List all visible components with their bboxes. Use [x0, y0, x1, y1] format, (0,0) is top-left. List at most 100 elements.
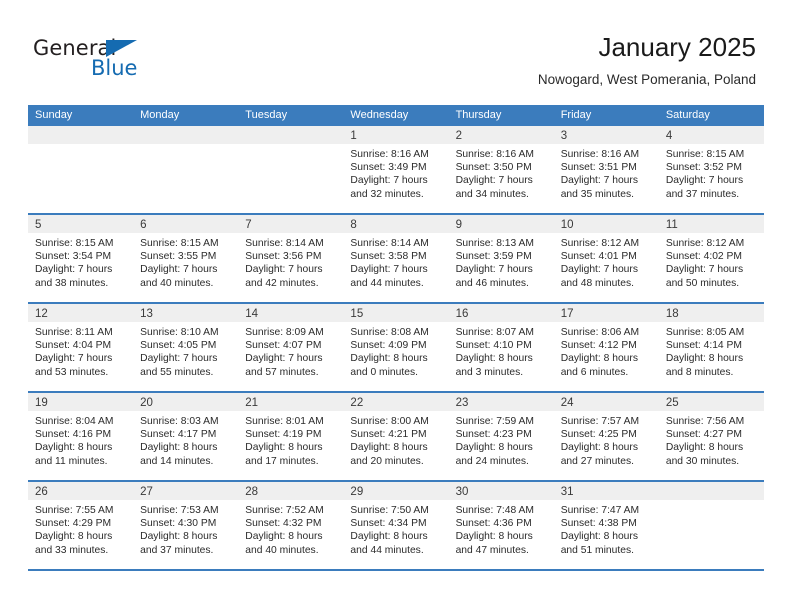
day-details: Sunrise: 8:06 AM Sunset: 4:12 PM Daylight:… — [554, 322, 659, 391]
day-detail-line: Sunrise: 8:06 AM — [560, 327, 640, 338]
day-detail-line: Sunrise: 8:08 AM — [350, 327, 429, 338]
day-number: 15 — [350, 308, 364, 320]
calendar-grid: Sunday Monday Tuesday Wednesday Thursday Frid… — [28, 105, 764, 571]
calendar-day-cell[interactable]: 10 Sunrise: 8:12 AM Sunset: 4:01 PM Dayligh… — [553, 215, 659, 302]
day-details: Sunrise: 8:13 AM Sunset: 3:59 PM Daylight:… — [449, 233, 554, 302]
calendar-day-cell[interactable]: 30 Sunrise: 7:48 AM Sunset: 4:36 PM Dayligh… — [448, 482, 554, 569]
calendar-day-cell[interactable]: 31 Sunrise: 7:47 AM Sunset: 4:38 PM Dayligh… — [553, 482, 659, 569]
calendar-day-cell[interactable]: 7 Sunrise: 8:14 AM Sunset: 3:56 PM Daylight… — [238, 215, 344, 302]
day-detail-line: Daylight: 8 hours — [35, 531, 113, 543]
day-number-band: 9 — [448, 215, 554, 233]
day-detail-line: Sunrise: 8:01 AM — [245, 416, 324, 427]
calendar-page: General Blue January 2025 Nowogard, West… — [0, 0, 792, 612]
calendar-day-cell[interactable]: 5 Sunrise: 8:15 AM Sunset: 3:54 PM Daylight… — [28, 215, 134, 302]
day-number-band: 31 — [553, 482, 659, 500]
day-number-band — [658, 482, 764, 500]
calendar-day-cell[interactable]: 18 Sunrise: 8:05 AM Sunset: 4:14 PM Dayligh… — [658, 304, 764, 391]
day-detail-line: Daylight: 7 hours — [665, 264, 744, 276]
calendar-day-cell[interactable]: 2 Sunrise: 8:16 AM Sunset: 3:50 PM Daylight… — [448, 126, 554, 213]
day-details: Sunrise: 7:48 AM Sunset: 4:36 PM Daylight:… — [449, 500, 554, 569]
day-number: 16 — [455, 308, 469, 320]
calendar-day-cell[interactable]: 4 Sunrise: 8:15 AM Sunset: 3:52 PM Daylight… — [658, 126, 764, 213]
calendar-day-cell[interactable]: 27 Sunrise: 7:53 AM Sunset: 4:30 PM Dayligh… — [133, 482, 239, 569]
day-number-band: 4 — [658, 126, 764, 144]
calendar-day-cell[interactable]: 19 Sunrise: 8:04 AM Sunset: 4:16 PM Dayligh… — [28, 393, 134, 480]
day-detail-line: Daylight: 8 hours — [350, 442, 428, 454]
day-detail-line: Sunset: 4:34 PM — [350, 518, 427, 530]
day-detail-line: Sunset: 3:50 PM — [455, 162, 532, 174]
day-number: 10 — [560, 219, 574, 231]
day-detail-line: Sunrise: 8:15 AM — [140, 238, 219, 249]
day-detail-line: Daylight: 7 hours — [140, 353, 218, 365]
calendar-day-cell[interactable]: 15 Sunrise: 8:08 AM Sunset: 4:09 PM Dayligh… — [343, 304, 449, 391]
day-number-band: 16 — [448, 304, 554, 322]
day-detail-line: Sunset: 4:21 PM — [350, 429, 427, 441]
calendar-weeks: 1 Sunrise: 8:16 AM Sunset: 3:49 PM Daylight… — [28, 126, 764, 571]
day-detail-line: Sunrise: 7:48 AM — [455, 505, 534, 516]
day-detail-line: Daylight: 7 hours — [140, 264, 218, 276]
calendar-day-cell[interactable]: 14 Sunrise: 8:09 AM Sunset: 4:07 PM Dayligh… — [238, 304, 344, 391]
day-detail-line: Daylight: 7 hours — [560, 175, 638, 187]
day-detail-line: and 0 minutes. — [350, 366, 418, 378]
day-details — [133, 144, 238, 213]
calendar-day-cell[interactable]: 17 Sunrise: 8:06 AM Sunset: 4:12 PM Dayligh… — [553, 304, 659, 391]
day-details: Sunrise: 8:14 AM Sunset: 3:58 PM Daylight:… — [343, 233, 448, 302]
calendar-day-cell[interactable]: 25 Sunrise: 7:56 AM Sunset: 4:27 PM Dayligh… — [658, 393, 764, 480]
day-detail-line: Daylight: 8 hours — [665, 442, 744, 454]
day-number: 14 — [245, 308, 259, 320]
day-number: 9 — [455, 219, 462, 231]
day-number: 20 — [140, 397, 153, 409]
day-detail-line: Daylight: 8 hours — [560, 531, 638, 543]
day-number-band: 7 — [238, 215, 344, 233]
day-detail-line: Daylight: 8 hours — [350, 531, 428, 543]
calendar-day-cell[interactable]: 11 Sunrise: 8:12 AM Sunset: 4:02 PM Dayligh… — [658, 215, 764, 302]
day-number-band: 10 — [553, 215, 659, 233]
day-detail-line: Daylight: 7 hours — [35, 353, 113, 365]
calendar-day-cell[interactable]: 16 Sunrise: 8:07 AM Sunset: 4:10 PM Dayligh… — [448, 304, 554, 391]
day-detail-line: Daylight: 8 hours — [140, 442, 218, 454]
calendar-day-cell[interactable]: 3 Sunrise: 8:16 AM Sunset: 3:51 PM Daylight… — [553, 126, 659, 213]
day-detail-line: Daylight: 8 hours — [140, 531, 218, 543]
day-details: Sunrise: 8:09 AM Sunset: 4:07 PM Daylight:… — [238, 322, 343, 391]
calendar-day-cell[interactable]: 20 Sunrise: 8:03 AM Sunset: 4:17 PM Dayligh… — [133, 393, 239, 480]
day-detail-line: Daylight: 8 hours — [350, 353, 428, 365]
day-detail-line: and 6 minutes. — [560, 366, 629, 378]
day-number: 25 — [665, 397, 679, 409]
day-details — [238, 144, 343, 213]
day-number: 24 — [560, 397, 574, 409]
calendar-day-cell[interactable]: 21 Sunrise: 8:01 AM Sunset: 4:19 PM Dayligh… — [238, 393, 344, 480]
day-detail-line: Sunset: 3:54 PM — [35, 251, 112, 263]
calendar-day-cell[interactable]: 22 Sunrise: 8:00 AM Sunset: 4:21 PM Dayligh… — [343, 393, 449, 480]
calendar-day-cell[interactable]: 29 Sunrise: 7:50 AM Sunset: 4:34 PM Dayligh… — [343, 482, 449, 569]
day-details: Sunrise: 8:11 AM Sunset: 4:04 PM Daylight:… — [28, 322, 133, 391]
calendar-day-cell[interactable]: 9 Sunrise: 8:13 AM Sunset: 3:59 PM Daylight… — [448, 215, 554, 302]
title-block: January 2025 Nowogard, West Pomerania, P… — [538, 30, 756, 90]
day-detail-line: and 42 minutes. — [245, 277, 319, 289]
day-details: Sunrise: 7:47 AM Sunset: 4:38 PM Daylight:… — [554, 500, 659, 569]
day-number-band: 24 — [553, 393, 659, 411]
day-detail-line: and 24 minutes. — [455, 455, 529, 467]
day-number-band: 6 — [133, 215, 239, 233]
day-details: Sunrise: 8:12 AM Sunset: 4:01 PM Daylight:… — [554, 233, 659, 302]
calendar-day-cell[interactable]: 24 Sunrise: 7:57 AM Sunset: 4:25 PM Dayligh… — [553, 393, 659, 480]
calendar-day-cell[interactable]: 1 Sunrise: 8:16 AM Sunset: 3:49 PM Daylight… — [343, 126, 449, 213]
calendar-day-cell[interactable]: 12 Sunrise: 8:11 AM Sunset: 4:04 PM Dayligh… — [28, 304, 134, 391]
day-number-band: 11 — [658, 215, 764, 233]
day-number-band: 27 — [133, 482, 239, 500]
day-detail-line: and 53 minutes. — [35, 366, 109, 378]
calendar-day-cell[interactable]: 13 Sunrise: 8:10 AM Sunset: 4:05 PM Dayligh… — [133, 304, 239, 391]
general-blue-logo[interactable]: General Blue — [33, 36, 173, 84]
day-detail-line: Sunset: 4:25 PM — [560, 429, 637, 441]
day-detail-line: Sunrise: 7:57 AM — [560, 416, 640, 427]
calendar-day-cell[interactable]: 26 Sunrise: 7:55 AM Sunset: 4:29 PM Dayligh… — [28, 482, 134, 569]
calendar-day-cell[interactable]: 23 Sunrise: 7:59 AM Sunset: 4:23 PM Dayligh… — [448, 393, 554, 480]
day-details: Sunrise: 7:59 AM Sunset: 4:23 PM Daylight:… — [449, 411, 554, 480]
calendar-day-cell[interactable]: 28 Sunrise: 7:52 AM Sunset: 4:32 PM Dayligh… — [238, 482, 344, 569]
day-detail-line: and 48 minutes. — [560, 277, 634, 289]
day-detail-line: Sunset: 4:38 PM — [560, 518, 637, 530]
day-detail-line: and 57 minutes. — [245, 366, 319, 378]
day-detail-line: Sunrise: 8:07 AM — [455, 327, 534, 338]
calendar-day-cell[interactable]: 8 Sunrise: 8:14 AM Sunset: 3:58 PM Daylight… — [343, 215, 449, 302]
calendar-week-row: 1 Sunrise: 8:16 AM Sunset: 3:49 PM Daylight… — [28, 126, 764, 215]
calendar-day-cell[interactable]: 6 Sunrise: 8:15 AM Sunset: 3:55 PM Daylight… — [133, 215, 239, 302]
